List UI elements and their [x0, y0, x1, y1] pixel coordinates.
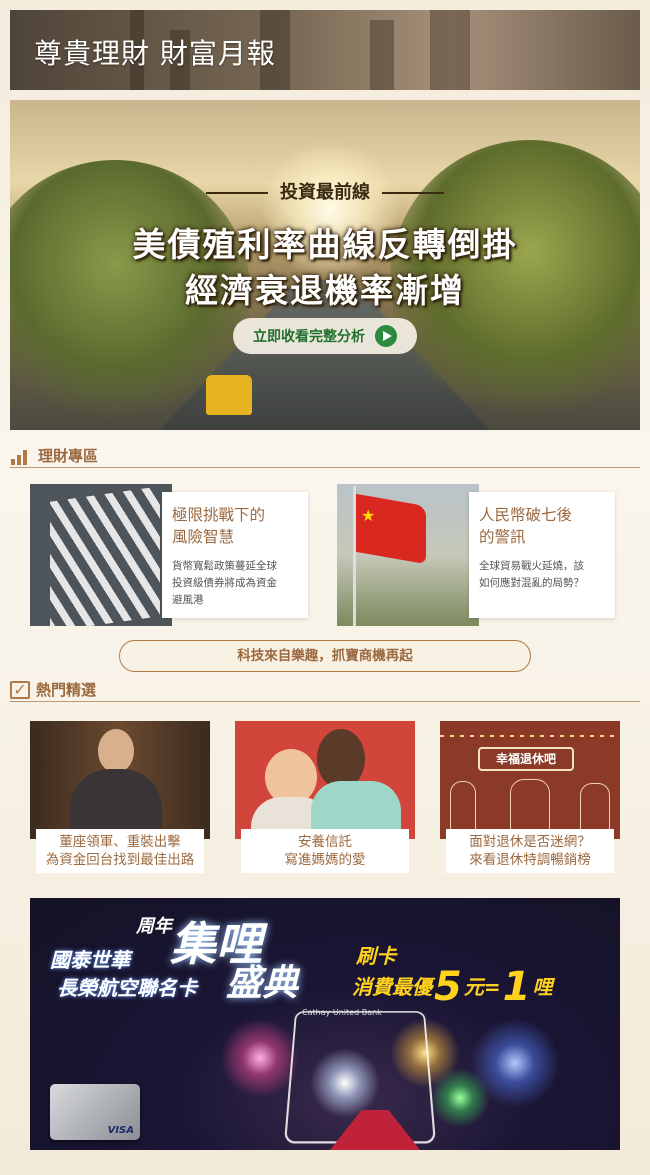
- article-desc: 貨幣寬鬆政策蔓延全球 投資級債券將成為資金 避風港: [172, 560, 277, 606]
- article-title[interactable]: 人民幣破七後 的警訊: [479, 504, 605, 548]
- hero-headline-line2: 經濟衰退機率漸增: [185, 271, 465, 310]
- finance-zone-header: 理財專區: [10, 444, 640, 468]
- hot-pick-item[interactable]: 安養信託 寫進媽媽的愛: [235, 721, 415, 873]
- hero-kicker: 投資最前線: [10, 178, 640, 204]
- play-icon: [375, 325, 397, 347]
- chairman-portrait-image: [30, 721, 210, 839]
- bar-chart-icon: [10, 446, 32, 466]
- crosswalk-image: [30, 484, 172, 626]
- eva-air-card-promo-banner[interactable]: Cathay United Bank 周年 集哩 盛典 國泰世華 長榮航空聯名卡…: [30, 898, 620, 1150]
- retirement-bar-sign: 幸福退休吧: [478, 747, 574, 771]
- credit-card-image: VISA: [50, 1084, 140, 1140]
- article-card[interactable]: 極限挑戰下的 風險智慧 貨幣寬鬆政策蔓延全球 投資級債券將成為資金 避風港: [30, 484, 310, 626]
- hot-pick-label: 安養信託 寫進媽媽的愛: [241, 829, 409, 873]
- hot-pick-item[interactable]: 幸福退休吧 面對退休是否迷網？ 來看退休特調暢銷榜: [440, 721, 620, 873]
- visa-logo: VISA: [107, 1125, 134, 1136]
- hero-headline-line1: 美債殖利率曲線反轉倒掛: [132, 225, 518, 264]
- article-card[interactable]: ★ 人民幣破七後 的警訊 全球貿易戰火延燒，該 如何應對混亂的局勢？: [337, 484, 617, 626]
- hot-pick-label: 董座領軍、重裝出擊 為資金回台找到最佳出路: [36, 829, 204, 873]
- article-card-text: 人民幣破七後 的警訊 全球貿易戰火延燒，該 如何應對混亂的局勢？: [469, 492, 615, 618]
- article-card-text: 極限挑戰下的 風險智慧 貨幣寬鬆政策蔓延全球 投資級債券將成為資金 避風港: [162, 492, 308, 618]
- promo-brand: 國泰世華 長榮航空聯名卡: [50, 948, 197, 1000]
- promo-offer: 消費最優5 元=1 哩: [352, 964, 553, 1010]
- article-title[interactable]: 極限挑戰下的 風險智慧: [172, 504, 298, 548]
- hot-pick-label: 面對退休是否迷網？ 來看退休特調暢銷榜: [446, 829, 614, 873]
- promo-anniv: 周年: [136, 916, 172, 937]
- hot-picks-header: ✓ 熱門精選: [10, 678, 640, 702]
- newsletter-title: 尊貴理財 財富月報: [34, 37, 276, 70]
- newsletter-header: 尊貴理財 財富月報: [10, 10, 640, 90]
- cta-label: 立即收看完整分析: [253, 329, 365, 345]
- section-title: 理財專區: [38, 447, 99, 465]
- promo-title-2: 盛典: [226, 963, 299, 1004]
- hero-banner[interactable]: 投資最前線 美債殖利率曲線反轉倒掛 經濟衰退機率漸增 立即收看完整分析: [10, 100, 640, 430]
- tech-fun-banner-link[interactable]: 科技來自樂趣，抓寶商機再起: [119, 640, 531, 672]
- section-title: 熱門精選: [36, 681, 97, 699]
- great-wall-flag-image: ★: [337, 484, 479, 626]
- retirement-bar-image: 幸福退休吧: [440, 721, 620, 839]
- hot-pick-item[interactable]: 董座領軍、重裝出擊 為資金回台找到最佳出路: [30, 721, 210, 873]
- watch-analysis-button[interactable]: 立即收看完整分析: [233, 318, 417, 354]
- mother-daughter-image: [235, 721, 415, 839]
- article-desc: 全球貿易戰火延燒，該 如何應對混亂的局勢？: [479, 560, 584, 589]
- taxi-image: [206, 375, 252, 415]
- checkbox-icon: ✓: [10, 680, 30, 699]
